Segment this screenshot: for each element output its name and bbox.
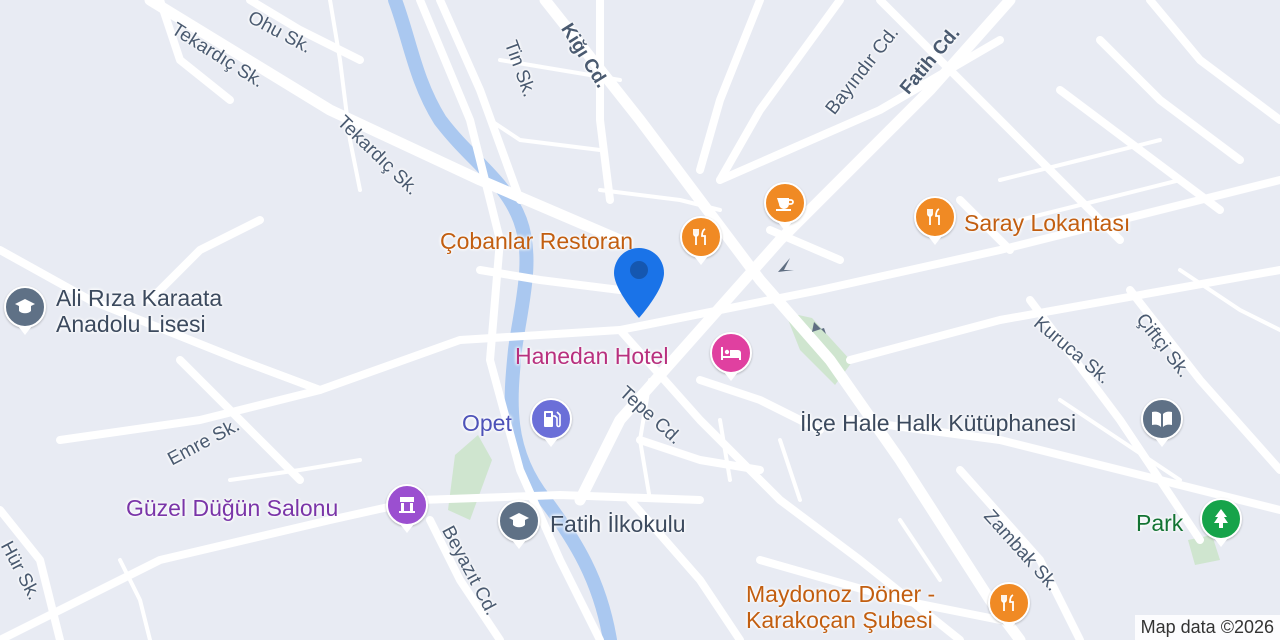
school-icon[interactable]	[498, 500, 540, 549]
poi-label[interactable]: Ali Rıza Karaata Anadolu Lisesi	[56, 285, 222, 337]
poi-label[interactable]: Park	[1136, 510, 1183, 536]
school-icon[interactable]	[4, 286, 46, 335]
map-attribution: Map data ©2026	[1134, 615, 1280, 640]
park-icon[interactable]	[1200, 498, 1242, 547]
poi-label[interactable]: İlçe Hale Halk Kütüphanesi	[800, 410, 1076, 436]
major-roads	[144, 0, 1026, 640]
poi-label[interactable]: Çobanlar Restoran	[440, 228, 633, 254]
park-area	[448, 435, 492, 520]
location-marker-icon[interactable]	[612, 246, 666, 320]
restaurant-icon[interactable]	[914, 196, 956, 245]
poi-label[interactable]: Maydonoz Döner - Karakoçan Şubesi	[746, 581, 935, 633]
minor-streets	[118, 0, 1280, 640]
poi-label[interactable]: Hanedan Hotel	[515, 343, 668, 369]
gas-station-icon[interactable]	[530, 398, 572, 447]
map-canvas[interactable]: Ohu Sk. Tekardıç Sk. Tekardıç Sk. Tin Sk…	[0, 0, 1280, 640]
hotel-icon[interactable]	[710, 332, 752, 381]
event-venue-icon[interactable]	[386, 484, 428, 533]
poi-label[interactable]: Fatih İlkokulu	[550, 511, 686, 537]
poi-label[interactable]: Opet	[462, 410, 512, 436]
restaurant-icon[interactable]	[988, 582, 1030, 631]
cafe-icon[interactable]	[764, 182, 806, 231]
poi-label[interactable]: Saray Lokantası	[964, 210, 1130, 236]
river	[388, 0, 617, 640]
restaurant-icon[interactable]	[680, 216, 722, 265]
poi-label[interactable]: Güzel Düğün Salonu	[126, 495, 338, 521]
library-icon[interactable]	[1141, 398, 1183, 447]
